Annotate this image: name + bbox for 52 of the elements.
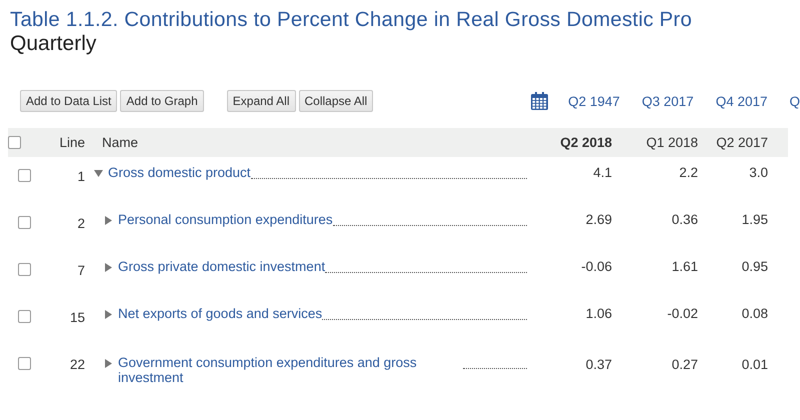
value-cell: 2.2: [679, 165, 698, 180]
period-link[interactable]: Q2 1947: [568, 94, 620, 108]
calendar-icon[interactable]: [531, 92, 548, 110]
line-number: 22: [70, 357, 85, 372]
caret-down-icon[interactable]: [94, 169, 103, 178]
value-cell: 2.69: [586, 212, 612, 227]
caret-right-icon[interactable]: [104, 359, 113, 368]
checkbox[interactable]: [18, 263, 31, 276]
value-cell: 0.36: [672, 212, 698, 227]
line-number: 15: [70, 310, 85, 325]
value-cell: 0.95: [742, 259, 768, 274]
line-number: 2: [77, 216, 85, 231]
period-link[interactable]: Q4 2017: [716, 94, 768, 108]
checkbox[interactable]: [18, 216, 31, 229]
caret-right-icon[interactable]: [104, 216, 113, 225]
value-cell: 0.01: [742, 357, 768, 372]
column-header: Q2 2018: [560, 135, 612, 150]
value-cell: -0.02: [667, 306, 698, 321]
line-number: 7: [77, 263, 85, 278]
value-cell: 1.61: [672, 259, 698, 274]
value-cell: 0.08: [742, 306, 768, 321]
toolbar-button[interactable]: Collapse All: [298, 90, 374, 112]
row-name-link[interactable]: Net exports of goods and services: [118, 306, 322, 321]
page-title: Table 1.1.2. Contributions to Percent Change in Real Gross Domestic Pro: [10, 8, 693, 32]
checkbox[interactable]: [18, 310, 31, 323]
column-header: Q1 2018: [646, 135, 698, 150]
column-header: Q2 2017: [716, 135, 768, 150]
value-cell: 1.06: [586, 306, 612, 321]
value-cell: -0.06: [581, 259, 612, 274]
caret-right-icon[interactable]: [104, 263, 113, 272]
period-link[interactable]: Q3 2017: [642, 94, 694, 108]
period-link[interactable]: Q: [789, 94, 800, 108]
column-header: Name: [102, 135, 138, 150]
line-number: 1: [77, 169, 85, 184]
checkbox[interactable]: [18, 169, 31, 182]
toolbar-button[interactable]: Add to Data List: [20, 90, 118, 112]
value-cell: 3.0: [749, 165, 768, 180]
toolbar-button[interactable]: Add to Graph: [120, 90, 204, 112]
row-name-link[interactable]: Gross private domestic investment: [118, 259, 326, 274]
page-subtitle: Quarterly: [10, 32, 98, 56]
row-name-link[interactable]: Gross domestic product: [108, 165, 251, 180]
value-cell: 1.95: [742, 212, 768, 227]
value-cell: 4.1: [593, 165, 612, 180]
checkbox[interactable]: [18, 357, 31, 370]
checkbox[interactable]: [8, 136, 21, 149]
row-name-link[interactable]: Personal consumption expenditures: [118, 212, 333, 227]
value-cell: 0.37: [586, 357, 612, 372]
column-header: Line: [59, 135, 85, 150]
value-cell: 0.27: [672, 357, 698, 372]
caret-right-icon[interactable]: [104, 310, 113, 319]
row-name-link[interactable]: Government consumption expenditures and gross investment: [118, 355, 463, 385]
toolbar-button[interactable]: Expand All: [226, 90, 296, 112]
